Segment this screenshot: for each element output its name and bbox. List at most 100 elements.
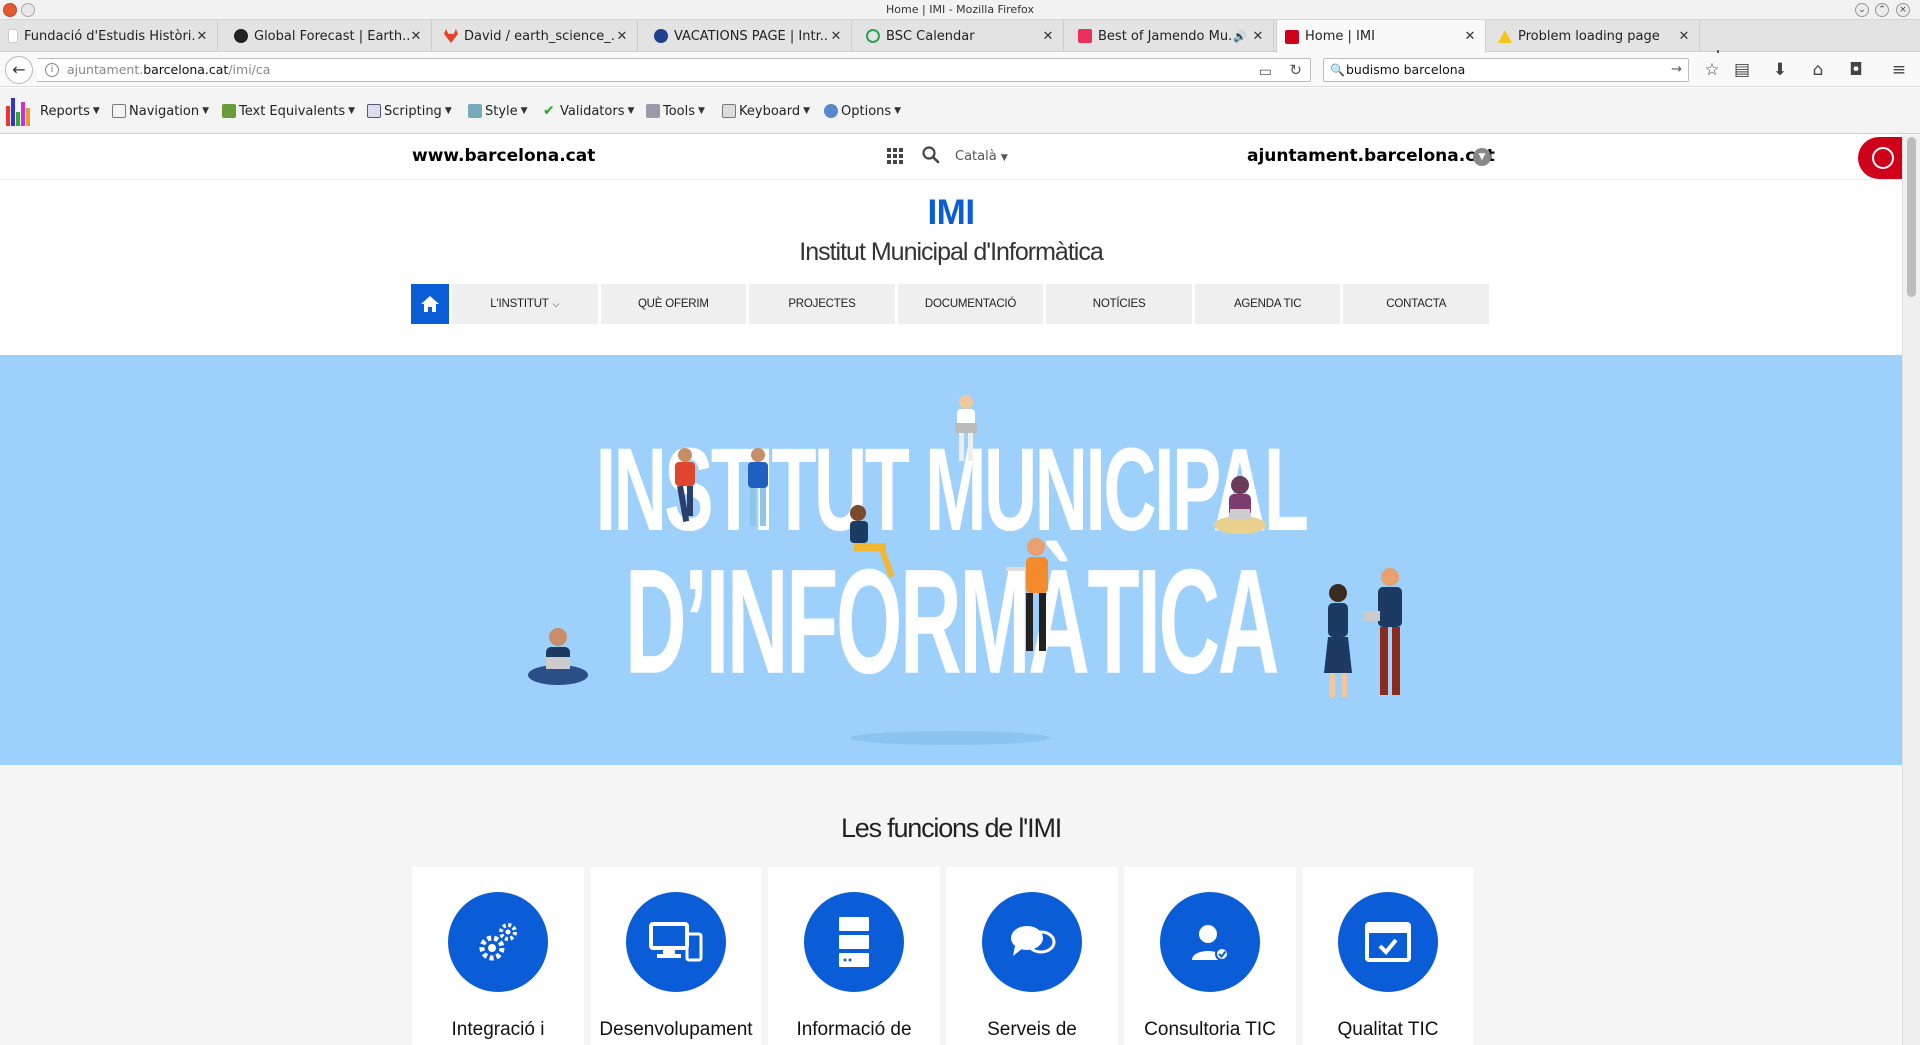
hamburger-menu-icon[interactable]: ≡ [1888,59,1910,81]
close-tab-icon[interactable]: ✕ [195,29,209,44]
style-brush-icon [468,104,482,118]
close-tab-icon[interactable]: ✕ [1251,29,1265,44]
wrench-icon [646,104,660,118]
tab-label: David / earth_science_... [464,28,615,44]
tab-global-forecast[interactable]: Global Forecast | Earth... ✕ [226,20,432,52]
barcelona-shield-icon [1285,29,1299,44]
back-button[interactable]: ← [5,56,33,84]
tab-bsc-calendar[interactable]: BSC Calendar ✕ [858,20,1064,52]
person-illustration [675,448,695,522]
tab-vacations[interactable]: VACATIONS PAGE | Intr... ✕ [646,20,852,52]
close-tab-icon[interactable]: ✕ [1041,29,1055,44]
tools-menu[interactable]: Tools ▼ [646,102,705,120]
scripting-menu[interactable]: Scripting ▼ [367,102,452,120]
options-menu[interactable]: Options ▼ [824,102,901,120]
speaker-icon[interactable]: 🔊 [1233,30,1247,43]
chevron-down-icon: ▼ [698,106,705,116]
minimize-icon[interactable]: ⌄ [1855,3,1869,17]
nav-que-oferim[interactable]: QUÈ OFERIM [600,284,747,324]
maximize-icon[interactable]: ⌃ [1875,3,1889,17]
search-value: budismo barcelona [1346,62,1466,77]
menu-label: Keyboard [739,103,801,119]
card-integracio[interactable]: Integració i [412,867,584,1045]
server-icon [839,917,869,967]
text-equivalents-menu[interactable]: Text Equivalents ▼ [222,102,355,120]
nav-documentacio[interactable]: DOCUMENTACIÓ [897,284,1044,324]
card-consultoria[interactable]: Consultoria TIC [1124,867,1296,1045]
window-title: Home | IMI - Mozilla Firefox [886,3,1034,16]
devices-icon [649,922,703,962]
chevron-down-icon: ▼ [92,106,100,116]
downloads-icon[interactable]: ⬇ [1769,59,1791,81]
nav-noticies[interactable]: NOTÍCIES [1046,284,1192,324]
home-button[interactable] [411,284,449,324]
nav-contacta[interactable]: CONTACTA [1343,284,1490,324]
nav-agenda-tic[interactable]: AGENDA TIC [1194,284,1341,324]
chevron-down-icon: ▼ [444,106,452,116]
card-qualitat[interactable]: Qualitat TIC [1302,867,1474,1045]
card-desenvolupament[interactable]: Desenvolupament [590,867,762,1045]
earth-globe-icon [234,29,248,43]
card-serveis[interactable]: Serveis de [946,867,1118,1045]
apps-grid-icon[interactable] [887,148,903,164]
library-icon[interactable]: ▤ [1731,59,1753,81]
tab-gitlab[interactable]: David / earth_science_... ✕ [436,20,638,52]
close-window-icon[interactable]: × [1896,3,1910,17]
gitlab-fox-icon [444,29,458,43]
card-informacio[interactable]: Informació de [768,867,940,1045]
tab-jamendo[interactable]: Best of Jamendo Mu... 🔊 ✕ [1070,20,1274,52]
tab-problem-loading[interactable]: Problem loading page ✕ [1490,20,1700,52]
reload-icon[interactable]: ↻ [1289,59,1302,81]
style-menu[interactable]: Style ▼ [468,102,528,120]
card-label: Informació de [796,1019,912,1040]
window-menu-icon[interactable] [21,3,35,17]
nav-projectes[interactable]: PROJECTES [749,284,895,324]
consultant-icon [1192,925,1229,961]
close-tab-icon[interactable]: ✕ [829,29,843,44]
pocket-icon[interactable]: ◘ [1845,59,1867,81]
close-tab-icon[interactable]: ✕ [615,29,629,44]
web-developer-toolbar: Reports ▼ Navigation ▼ Text Equivalents ▼ S… [0,88,1920,134]
search-input[interactable]: 🔍 budismo barcelona → [1323,58,1689,82]
tab-label: BSC Calendar [886,28,975,44]
tab-label: Global Forecast | Earth... [254,28,409,44]
barcelona-shield-icon[interactable] [1858,137,1902,179]
tab-fundacio[interactable]: Fundació d'Estudis Històri... ✕ [0,20,218,52]
site-title[interactable]: IMI [0,193,1902,233]
language-selector[interactable]: Català ▼ [955,149,1008,164]
reports-menu[interactable]: Reports ▼ [40,102,100,120]
close-tab-icon[interactable]: ✕ [409,29,423,44]
reader-view-icon[interactable]: ▭ [1259,61,1272,83]
scrollbar-thumb[interactable] [1907,137,1916,297]
nav-label: NOTÍCIES [1092,298,1146,310]
jamendo-icon [1078,29,1092,43]
tab-home-imi[interactable]: Home | IMI ✕ [1276,20,1486,53]
search-go-icon[interactable]: → [1671,59,1682,81]
script-icon [367,104,381,118]
chat-bubbles-icon [1011,926,1056,956]
chevron-down-icon: ▼ [520,106,528,116]
person-illustration [748,448,768,526]
barcelona-cat-link[interactable]: www.barcelona.cat [412,146,595,166]
home-icon[interactable]: ⌂ [1807,59,1829,81]
person-illustration [1006,538,1048,651]
warning-icon [1498,29,1512,43]
close-tab-icon[interactable]: ✕ [1463,29,1477,44]
page-scrollbar[interactable] [1902,135,1920,1045]
url-bar[interactable]: i ajuntament.barcelona.cat/imi/ca ▭ ↻ [37,58,1311,82]
bookmark-star-icon[interactable]: ☆ [1701,59,1723,81]
nav-label: QUÈ OFERIM [637,298,709,310]
keyboard-menu[interactable]: Keyboard ▼ [722,102,810,120]
card-label: Qualitat TIC [1337,1019,1439,1040]
search-icon[interactable] [921,145,941,165]
chevron-down-icon[interactable]: ▼ [1473,148,1491,166]
close-tab-icon[interactable]: ✕ [1677,29,1691,44]
navigation-menu[interactable]: Navigation ▼ [112,102,209,120]
nav-institut[interactable]: L'INSTITUT ⌵ [452,284,598,324]
person-illustration [850,505,895,578]
menu-label: Text Equivalents [239,103,346,119]
ajuntament-link[interactable]: ajuntament.barcelona.cat [1247,146,1495,166]
site-info-icon[interactable]: i [45,63,59,77]
validators-menu[interactable]: ✔ Validators ▼ [543,102,634,120]
keyboard-icon [722,104,736,118]
